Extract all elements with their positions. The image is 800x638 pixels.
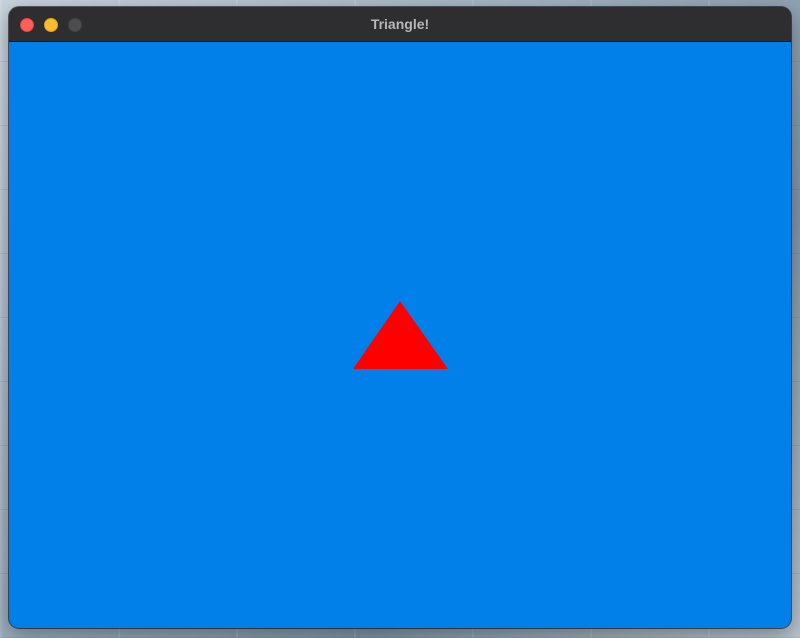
- desktop-background: Triangle!: [0, 0, 800, 638]
- app-window: Triangle!: [9, 7, 791, 628]
- red-triangle: [353, 301, 448, 369]
- render-canvas[interactable]: [9, 42, 791, 628]
- window-title: Triangle!: [370, 16, 430, 32]
- render-surface: [353, 301, 448, 369]
- window-titlebar[interactable]: Triangle!: [9, 7, 791, 42]
